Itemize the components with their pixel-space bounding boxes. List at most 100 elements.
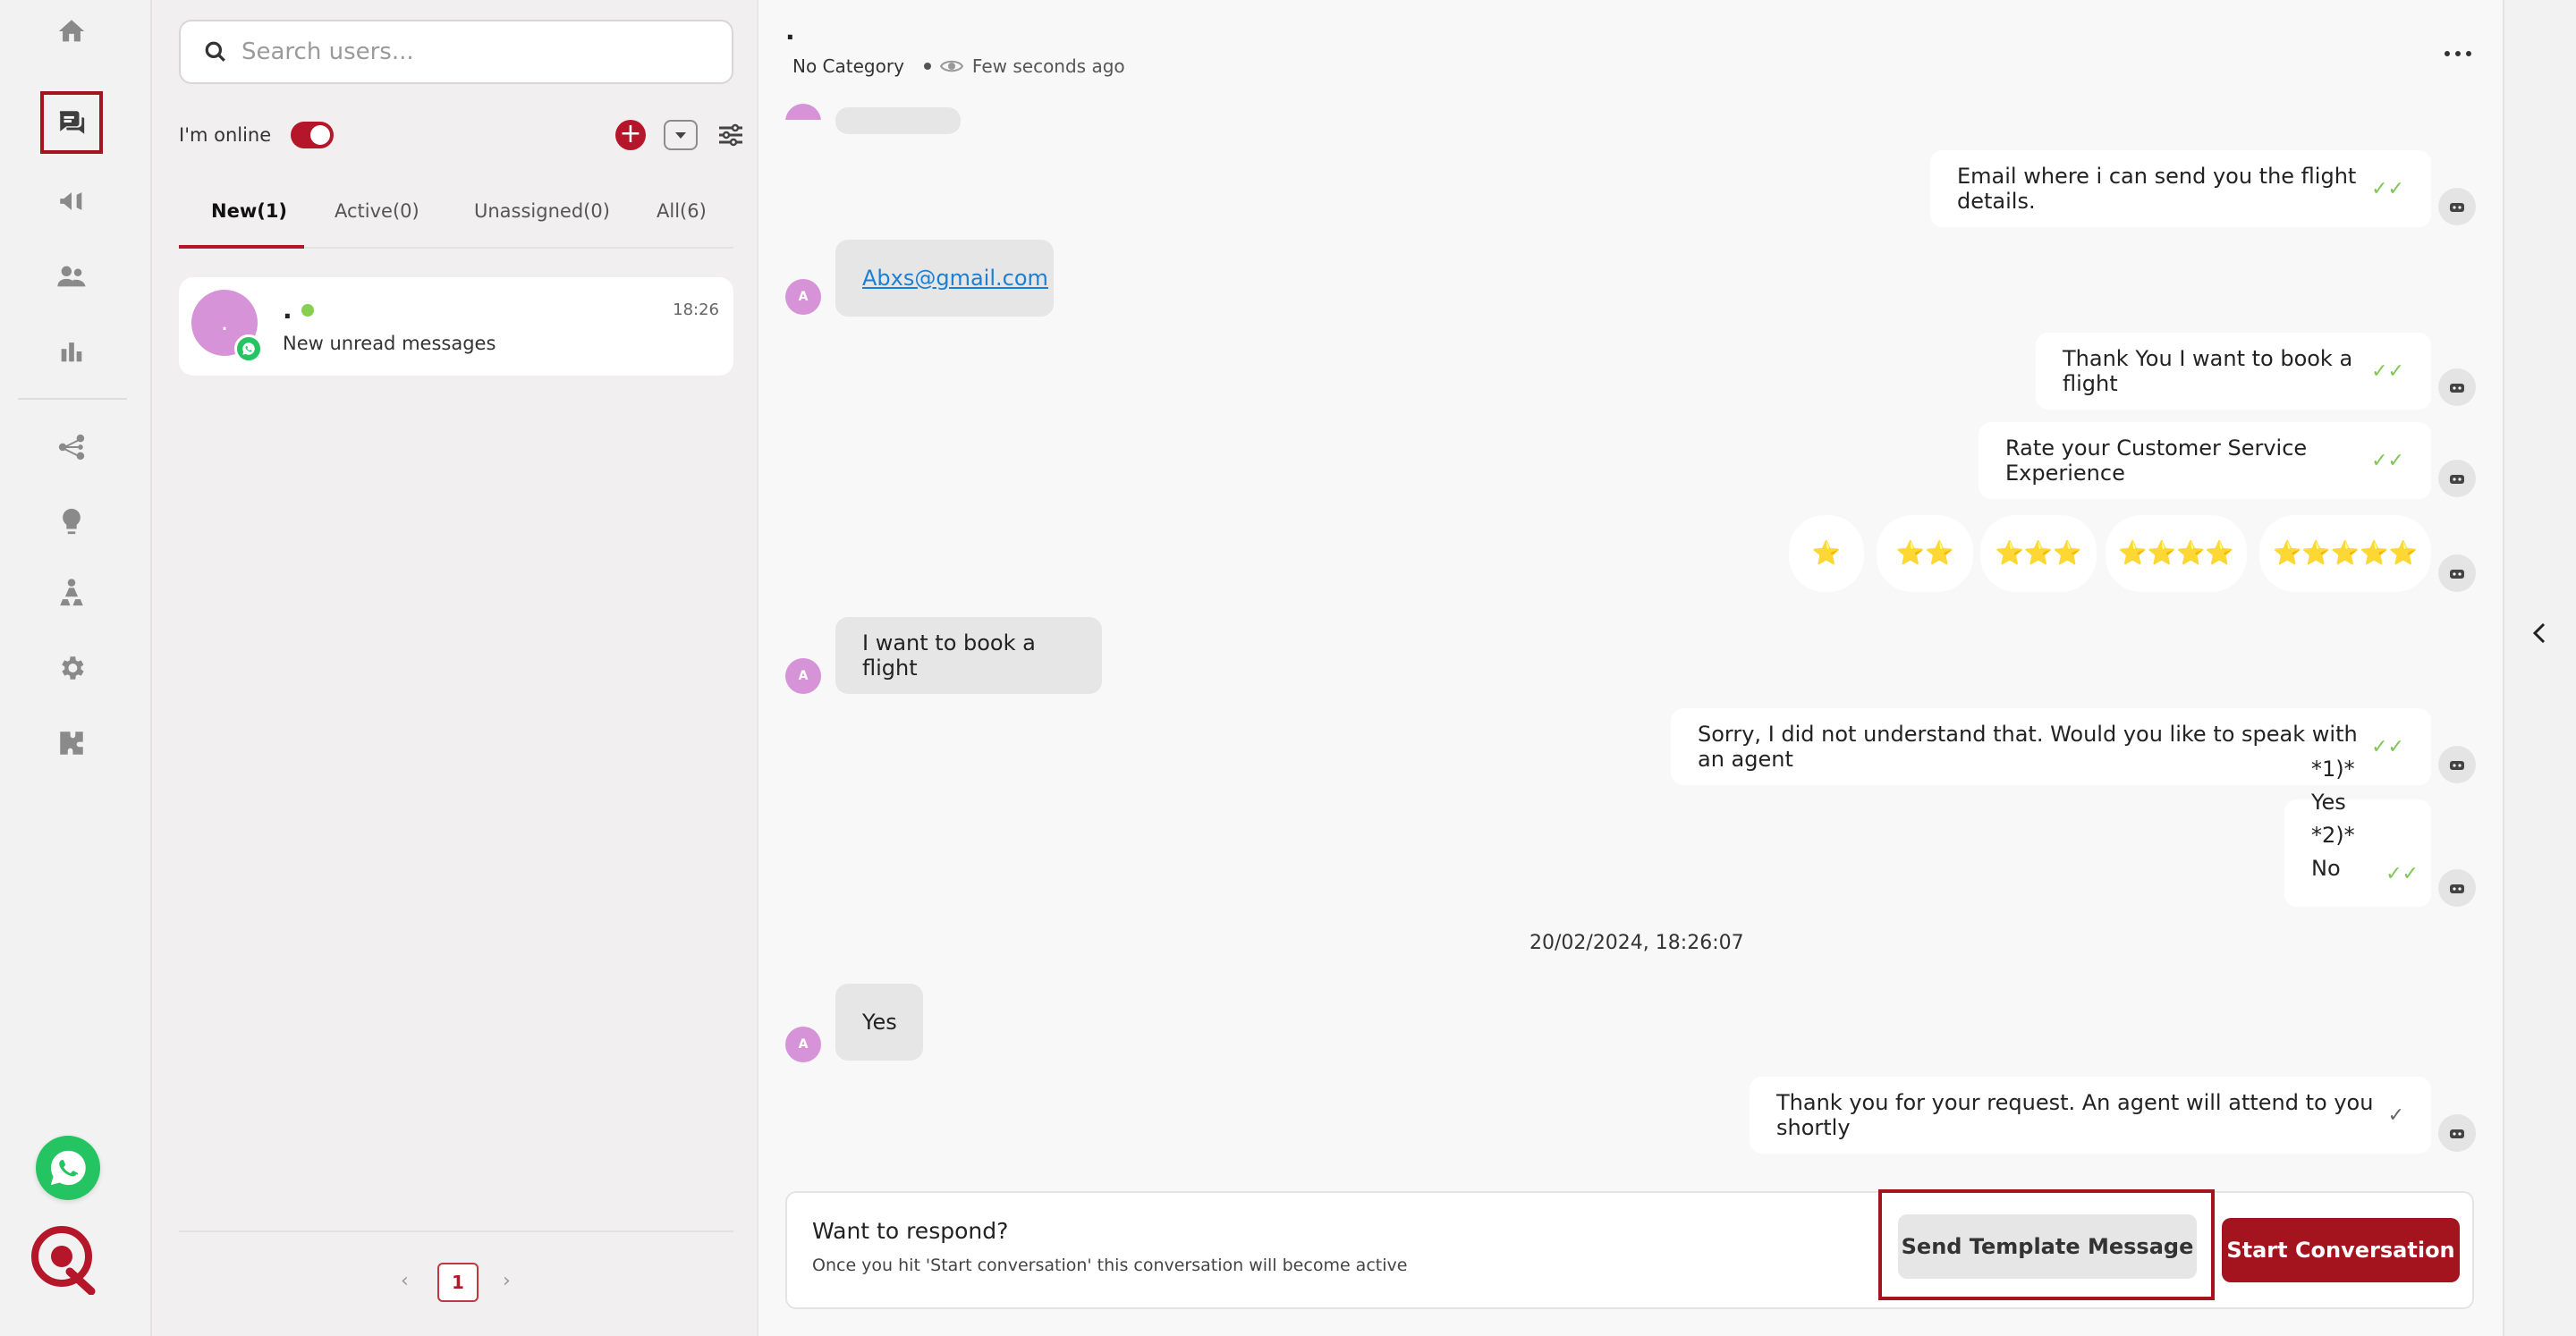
nav-contacts[interactable] <box>40 245 103 308</box>
bot-icon <box>2438 1114 2476 1152</box>
date-separator: 20/02/2024, 18:26:07 <box>1530 932 1744 954</box>
add-conversation-button[interactable]: + <box>615 120 646 150</box>
nav-chats[interactable] <box>40 91 103 154</box>
nav-organization[interactable] <box>40 562 103 624</box>
details-rail <box>2503 0 2576 1336</box>
tab-all[interactable]: All(6) <box>657 200 707 222</box>
nav-analytics[interactable] <box>40 320 103 383</box>
contact-avatar: A <box>785 658 821 694</box>
online-label: I'm online <box>179 124 272 146</box>
meta-separator <box>923 63 931 70</box>
rating-2-button[interactable]: ⭐⭐ <box>1877 515 1973 592</box>
contact-avatar: A <box>785 1027 821 1062</box>
read-receipt-icon: ✓✓ <box>2371 735 2404 758</box>
chat-contact-name: . <box>283 295 292 325</box>
caret-down-icon <box>675 131 686 139</box>
composer-title: Want to respond? <box>812 1218 1009 1244</box>
nav-integrations[interactable] <box>40 712 103 774</box>
rating-4-button[interactable]: ⭐⭐⭐⭐ <box>2106 515 2247 592</box>
search-input[interactable] <box>242 38 707 65</box>
rating-3-button[interactable]: ⭐⭐⭐ <box>1980 515 2097 592</box>
option-yes: *1)* Yes <box>2311 757 2355 815</box>
active-tab-indicator <box>179 245 304 249</box>
composer-subtitle: Once you hit 'Start conversation' this c… <box>812 1256 1408 1275</box>
conversation-meta: No Category Few seconds ago <box>792 55 1125 77</box>
megaphone-icon <box>60 192 82 210</box>
bar-chart-icon <box>61 342 82 362</box>
bot-icon <box>2438 368 2476 406</box>
message-text: Yes <box>862 1010 897 1035</box>
tab-active[interactable]: Active(0) <box>335 200 419 222</box>
bot-icon <box>2438 460 2476 497</box>
tab-new[interactable]: New(1) <box>211 200 287 222</box>
message-text: Email where i can send you the flight de… <box>1957 164 2357 214</box>
sent-receipt-icon: ✓ <box>2387 1103 2404 1127</box>
conversation-panel: . No Category Few seconds ago Email wher… <box>758 0 2503 1336</box>
highlight-box: Send Template Message <box>1878 1189 2215 1300</box>
users-panel: I'm online + New(1) Active(0) Unassigned… <box>152 0 758 1336</box>
read-receipt-icon: ✓✓ <box>2371 449 2404 472</box>
more-options-icon[interactable] <box>2431 36 2485 72</box>
message-text: I want to book a flight <box>862 630 1036 681</box>
bot-icon <box>2438 746 2476 783</box>
message-incoming: Abxs@gmail.com <box>835 240 1054 317</box>
tab-unassigned[interactable]: Unassigned(0) <box>474 200 610 222</box>
nav-settings[interactable] <box>40 637 103 699</box>
org-chart-icon <box>60 579 83 606</box>
bot-icon <box>2438 188 2476 225</box>
message-outgoing: Thank You I want to book a flight ✓✓ <box>2036 333 2431 410</box>
option-no: *2)* No <box>2311 823 2355 881</box>
chat-list-item[interactable]: . . 18:26 New unread messages <box>179 277 733 376</box>
message-text: Thank you for your request. An agent wil… <box>1776 1090 2374 1140</box>
chevron-left-icon[interactable] <box>2524 617 2556 649</box>
nav-home[interactable] <box>40 0 103 63</box>
read-receipt-icon: ✓✓ <box>2371 359 2404 383</box>
message-text: Rate your Customer Service Experience <box>2005 435 2308 486</box>
rating-1-button[interactable]: ⭐ <box>1789 515 1864 592</box>
bot-icon <box>2438 554 2476 592</box>
rating-5-button[interactable]: ⭐⭐⭐⭐⭐ <box>2259 515 2431 592</box>
filter-dropdown[interactable] <box>664 120 698 150</box>
sliders-icon[interactable] <box>716 120 746 150</box>
contact-name: . <box>785 16 795 46</box>
online-toggle[interactable] <box>291 122 335 148</box>
search-icon <box>205 41 225 62</box>
nav-flows[interactable] <box>40 416 103 478</box>
whatsapp-logo <box>36 1136 100 1200</box>
read-receipt-icon: ✓✓ <box>2371 177 2404 200</box>
last-seen: Few seconds ago <box>971 55 1125 77</box>
online-indicator <box>301 304 314 317</box>
home-icon <box>58 20 85 42</box>
nav-broadcast[interactable] <box>40 170 103 233</box>
flow-icon <box>58 434 85 461</box>
nav-divider <box>18 398 127 400</box>
message-outgoing: Thank you for your request. An agent wil… <box>1750 1077 2431 1154</box>
message-incoming: Yes <box>835 984 923 1061</box>
message-outgoing: *1)* Yes *2)* No ✓✓ <box>2284 757 2431 907</box>
nav-ideas[interactable] <box>40 490 103 553</box>
main-nav <box>0 0 152 1336</box>
prev-page-button[interactable]: ‹ <box>401 1270 409 1292</box>
category-label[interactable]: No Category <box>792 55 904 77</box>
bot-icon <box>2438 869 2476 907</box>
read-receipt-icon: ✓✓ <box>2385 863 2419 885</box>
chat-icon <box>59 111 85 134</box>
message-text: *1)* Yes *2)* No <box>2311 753 2375 885</box>
whatsapp-icon <box>234 334 263 363</box>
email-link[interactable]: Abxs@gmail.com <box>862 266 1048 291</box>
pager-divider <box>179 1230 733 1232</box>
message-text: Sorry, I did not understand that. Would … <box>1698 722 2358 772</box>
next-page-button[interactable]: › <box>503 1270 511 1292</box>
chat-preview: New unread messages <box>283 333 496 354</box>
response-composer: Want to respond? Once you hit 'Start con… <box>785 1189 2474 1309</box>
gear-icon <box>62 656 84 680</box>
page-number-button[interactable]: 1 <box>437 1263 479 1302</box>
contact-avatar <box>785 104 821 120</box>
conversation-tabs: New(1) Active(0) Unassigned(0) All(6) <box>179 188 733 249</box>
send-template-button[interactable]: Send Template Message <box>1898 1214 2197 1279</box>
lightbulb-icon <box>63 508 80 535</box>
pagination: ‹ 1 › <box>152 1263 758 1302</box>
plus-icon: + <box>619 118 642 149</box>
message-outgoing: Rate your Customer Service Experience ✓✓ <box>1979 422 2431 499</box>
start-conversation-button[interactable]: Start Conversation <box>2222 1218 2460 1282</box>
